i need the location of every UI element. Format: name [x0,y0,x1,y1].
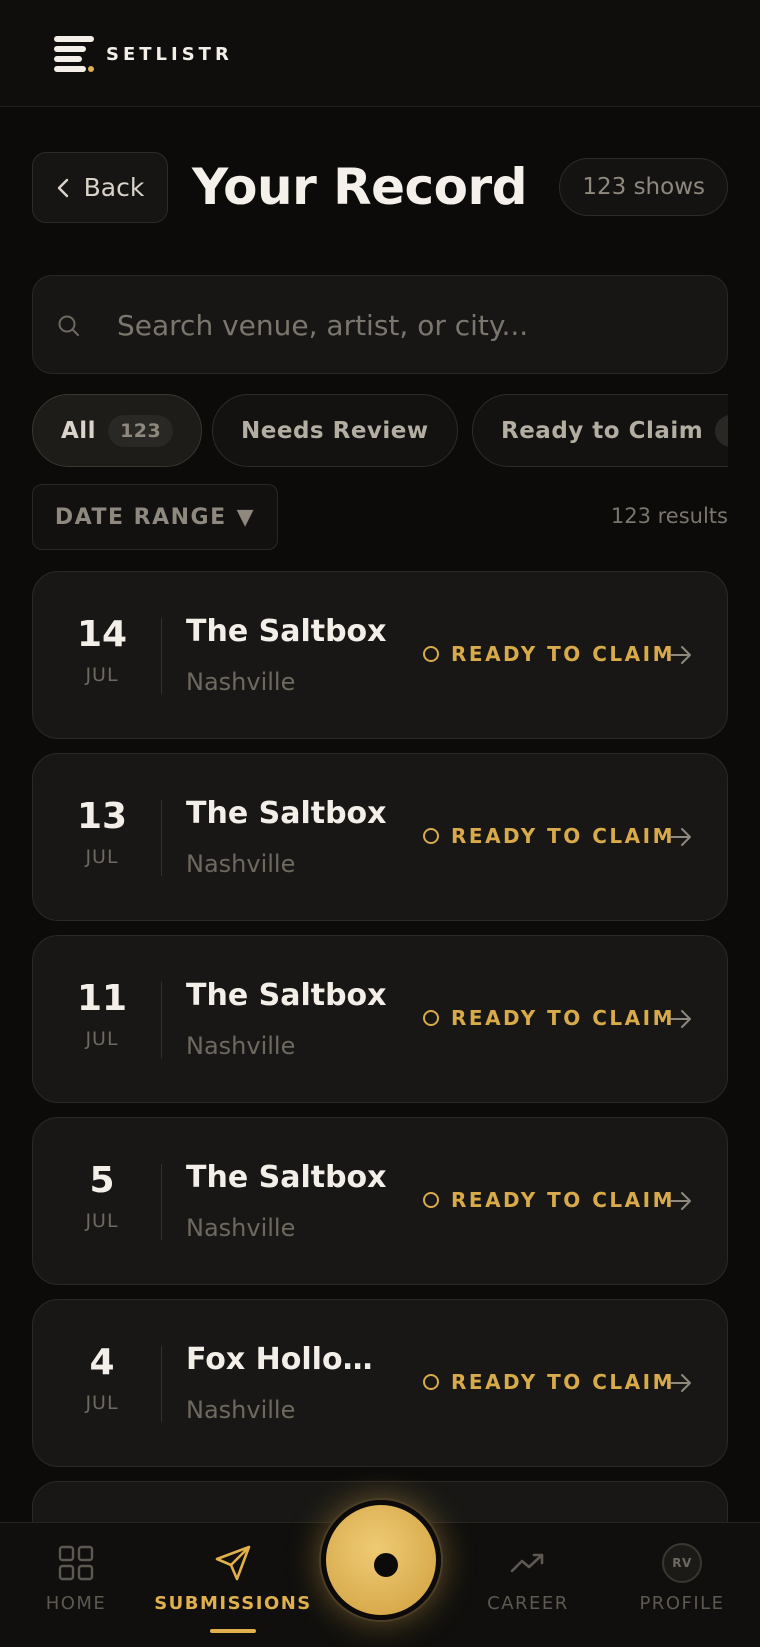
show-day: 14 [76,614,128,655]
show-city: Nashville [186,1214,296,1242]
filter-count-badge: 1 [715,414,728,447]
filter-chip-label: Needs Review [241,417,429,444]
nav-career[interactable]: CAREER [448,1543,608,1614]
show-month: JUL [85,1210,119,1232]
show-venue: The Saltbox [186,1160,387,1195]
status-badge: READY TO CLAIM [423,1370,675,1394]
status-ring-icon [423,1192,439,1208]
filter-count-badge: 123 [108,414,174,447]
status-ring-icon [423,828,439,844]
status-label: READY TO CLAIM [451,1188,675,1212]
record-button[interactable] [321,1500,441,1620]
back-label: Back [83,173,145,202]
filter-chip-needs-review[interactable]: Needs Review [212,394,458,467]
filter-chips: All 123 Needs Review Ready to Claim 1 [32,394,728,467]
avatar: RV [662,1543,702,1583]
show-day: 13 [76,796,128,837]
show-day: 4 [89,1342,115,1383]
arrow-right-icon [670,1010,691,1028]
status-ring-icon [423,1374,439,1390]
record-icon [374,1553,398,1577]
date-range-label: DATE RANGE [54,504,227,530]
status-badge: READY TO CLAIM [423,1188,675,1212]
show-month: JUL [85,1028,119,1050]
filter-chip-ready-to-claim[interactable]: Ready to Claim 1 [472,394,728,467]
page-header: Back Your Record 123 shows [32,152,728,224]
filter-chip-label: All [61,417,97,444]
nav-submissions[interactable]: SUBMISSIONS [153,1543,313,1614]
card-divider [161,1346,162,1422]
card-divider [161,618,162,694]
caret-down-icon: ▼ [236,504,256,530]
status-label: READY TO CLAIM [451,642,675,666]
arrow-right-icon [670,1374,691,1392]
nav-profile[interactable]: RV PROFILE [602,1543,760,1614]
chevron-left-icon [57,178,68,197]
show-card[interactable]: 14 JUL The Saltbox Nashville READY TO CL… [32,571,728,739]
filter-chip-all[interactable]: All 123 [32,394,203,467]
status-badge: READY TO CLAIM [423,642,675,666]
show-day: 5 [89,1160,115,1201]
results-count: 123 results [610,504,728,528]
setlistr-logo-icon [54,36,94,72]
grid-icon [58,1545,94,1581]
status-badge: READY TO CLAIM [423,1006,675,1030]
show-card[interactable]: 4 JUL Fox Hollow ... Nashville READY TO … [32,1299,728,1467]
card-divider [161,1164,162,1240]
show-venue: The Saltbox [186,614,387,649]
search-icon [58,315,79,336]
page-title: Your Record [192,158,527,216]
arrow-right-icon [670,646,691,664]
trending-up-icon [510,1553,544,1573]
search-bar [32,275,728,375]
show-venue: Fox Hollow ... [186,1342,391,1377]
show-month: JUL [85,846,119,868]
show-city: Nashville [186,668,296,696]
nav-home[interactable]: HOME [0,1543,156,1614]
active-nav-indicator [210,1629,256,1633]
back-button[interactable]: Back [32,152,168,223]
status-label: READY TO CLAIM [451,824,675,848]
card-divider [161,800,162,876]
nav-label: PROFILE [639,1593,725,1614]
card-divider [161,982,162,1058]
status-ring-icon [423,646,439,662]
search-input[interactable] [117,276,697,375]
show-city: Nashville [186,850,296,878]
filter-chip-label: Ready to Claim [501,417,704,444]
show-card[interactable]: 5 JUL The Saltbox Nashville READY TO CLA… [32,1117,728,1285]
show-card[interactable]: 13 JUL The Saltbox Nashville READY TO CL… [32,753,728,921]
nav-label: HOME [45,1593,107,1614]
show-month: JUL [85,1392,119,1414]
show-city: Nashville [186,1396,296,1424]
show-count-badge: 123 shows [559,158,728,216]
arrow-right-icon [670,828,691,846]
top-bar: SETLISTR [0,0,760,107]
app-name: SETLISTR [106,43,233,65]
status-badge: READY TO CLAIM [423,824,675,848]
status-ring-icon [423,1010,439,1026]
arrow-right-icon [670,1192,691,1210]
app-logo[interactable]: SETLISTR [54,36,233,72]
nav-label: CAREER [487,1593,569,1614]
nav-label: SUBMISSIONS [154,1593,312,1614]
send-icon [215,1545,251,1581]
show-day: 11 [76,978,128,1019]
status-label: READY TO CLAIM [451,1370,675,1394]
show-venue: The Saltbox [186,796,387,831]
show-month: JUL [85,664,119,686]
show-card[interactable]: 11 JUL The Saltbox Nashville READY TO CL… [32,935,728,1103]
show-city: Nashville [186,1032,296,1060]
show-venue: The Saltbox [186,978,387,1013]
status-label: READY TO CLAIM [451,1006,675,1030]
date-range-dropdown[interactable]: DATE RANGE ▼ [32,484,278,550]
